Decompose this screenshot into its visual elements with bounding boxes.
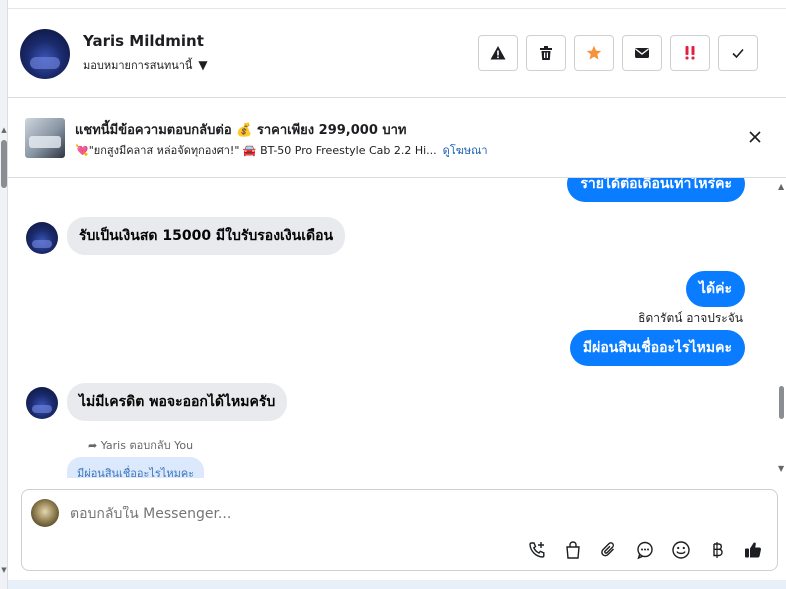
outgoing-message[interactable]: ได้ค่ะ <box>685 271 745 307</box>
avatar[interactable] <box>26 222 58 254</box>
scroll-down-arrow-icon[interactable]: ▼ <box>0 566 8 574</box>
reply-input[interactable] <box>70 506 670 522</box>
scroll-up-arrow-icon[interactable]: ▲ <box>778 182 784 191</box>
check-icon <box>732 48 744 59</box>
mail-button[interactable] <box>622 35 662 71</box>
mark-done-button[interactable] <box>718 35 758 71</box>
chat-bubble-icon <box>637 541 653 560</box>
ad-subtitle: 💘"ยกสูงมีคลาส หล่อจัดทุกองศา!" 🚘 BT-50 P… <box>75 141 488 159</box>
scroll-thumb[interactable] <box>779 386 784 419</box>
payment-button[interactable] <box>705 538 729 562</box>
like-button[interactable] <box>741 538 765 562</box>
close-ad-button[interactable] <box>746 128 764 146</box>
thread-scrollbar[interactable]: ▲ ▼ <box>776 178 786 478</box>
message-composer <box>21 489 778 571</box>
thumbs-up-icon <box>745 542 761 558</box>
attach-button[interactable] <box>597 538 621 562</box>
assign-label: มอบหมายการสนทนานี้ <box>83 59 193 72</box>
avatar[interactable] <box>20 29 70 79</box>
scroll-down-arrow-icon[interactable]: ▼ <box>778 464 784 473</box>
avatar[interactable] <box>26 387 58 419</box>
contact-name[interactable]: Yaris Mildmint <box>83 32 204 50</box>
paperclip-icon <box>601 542 614 557</box>
caret-down-icon: ▼ <box>198 58 208 72</box>
ad-title: แชทนี้มีข้อความตอบกลับต่อ 💰 ราคาเพียง 29… <box>75 123 407 138</box>
trash-icon <box>540 46 552 60</box>
left-scrollbar[interactable]: ▲ ▼ <box>0 0 8 589</box>
star-button[interactable] <box>574 35 614 71</box>
warning-icon <box>490 46 506 60</box>
ad-subtitle-text: 💘"ยกสูงมีคลาส หล่อจัดทุกองศา!" 🚘 BT-50 P… <box>75 144 437 157</box>
urgent-button[interactable] <box>670 35 710 71</box>
incoming-message[interactable]: ไม่มีเครดิต พอจะออกได้ไหมครับ <box>67 383 288 421</box>
emoji-button[interactable] <box>669 538 693 562</box>
scroll-up-arrow-icon[interactable]: ▲ <box>0 126 8 134</box>
reply-note: ➦ Yaris ตอบกลับ You <box>88 436 193 454</box>
avatar <box>31 499 59 527</box>
conversation-header: Yaris Mildmint มอบหมายการสนทนานี้ ▼ <box>8 9 786 98</box>
quoted-message[interactable]: มีผ่อนสินเชื่ออะไรไหมคะ <box>67 457 205 478</box>
close-icon <box>749 131 761 143</box>
call-button[interactable] <box>525 538 549 562</box>
shop-button[interactable] <box>561 538 585 562</box>
action-toolbar <box>478 35 758 71</box>
star-icon <box>586 45 602 60</box>
messenger-window: ▲ ▼ Yaris Mildmint มอบหมายการสนทนานี้ ▼ <box>0 0 786 589</box>
delete-button[interactable] <box>526 35 566 71</box>
warning-button[interactable] <box>478 35 518 71</box>
incoming-message[interactable]: รับเป็นเงินสด 15000 มีใบรับรองเงินเดือน <box>67 217 346 255</box>
sender-name: ธิดารัตน์ อาจประจัน <box>638 311 743 325</box>
outgoing-message[interactable]: รายได้ต่อเดือนเท่าไหร่คะ <box>567 178 745 202</box>
composer-toolbar <box>525 538 765 562</box>
assign-conversation-dropdown[interactable]: มอบหมายการสนทนานี้ ▼ <box>83 56 208 74</box>
smiley-icon <box>672 541 690 559</box>
scroll-thumb[interactable] <box>1 140 7 188</box>
reply-arrow-icon: ➦ <box>88 439 98 452</box>
double-exclamation-icon <box>685 46 695 60</box>
message-thread[interactable]: รายได้ต่อเดือนเท่าไหร่คะ รับเป็นเงินสด 1… <box>8 178 774 478</box>
outgoing-message[interactable]: มีผ่อนสินเชื่ออะไรไหมคะ <box>569 330 745 366</box>
reply-note-text: Yaris ตอบกลับ You <box>100 439 194 452</box>
baht-icon <box>713 542 723 558</box>
phone-plus-icon <box>529 542 545 558</box>
bottom-strip <box>8 580 786 589</box>
saved-replies-button[interactable] <box>633 538 657 562</box>
ad-banner: แชทนี้มีข้อความตอบกลับต่อ 💰 ราคาเพียง 29… <box>8 98 786 178</box>
view-ad-link[interactable]: ดูโฆษณา <box>443 144 488 157</box>
shopping-bag-icon <box>566 541 580 559</box>
mail-icon <box>635 48 649 58</box>
ad-thumbnail[interactable] <box>25 118 65 158</box>
